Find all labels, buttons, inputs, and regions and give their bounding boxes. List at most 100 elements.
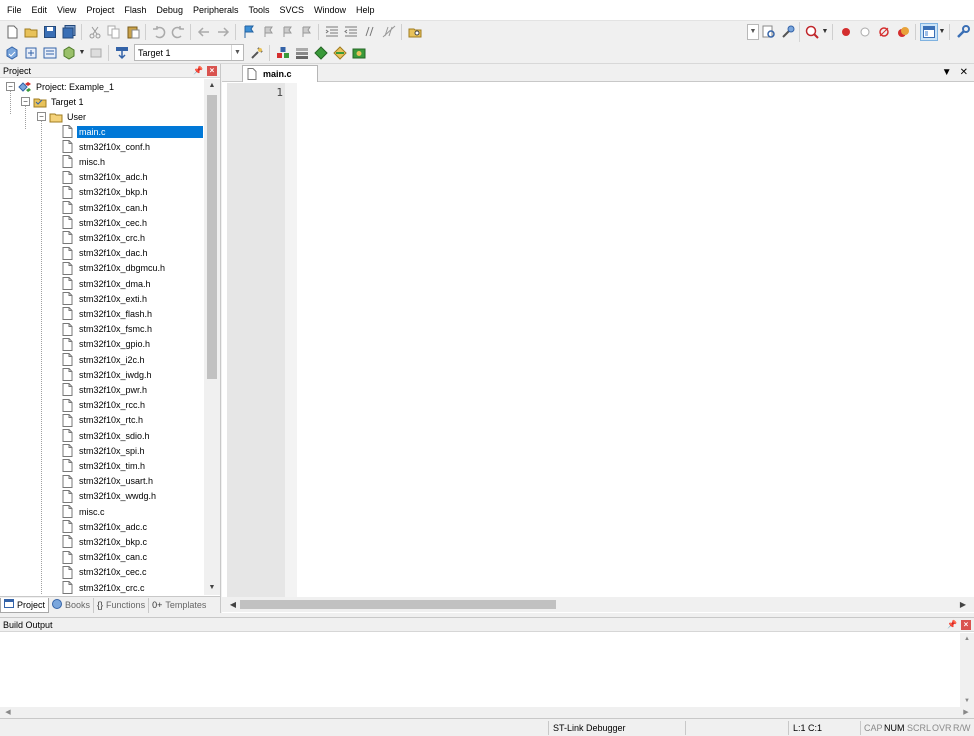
file-item[interactable]: misc.h <box>62 154 107 169</box>
manage-rte-icon[interactable] <box>312 44 330 62</box>
window-layout-dropdown-arrow[interactable]: ▼ <box>938 23 946 41</box>
indent-icon[interactable] <box>323 23 341 41</box>
stop-build-icon[interactable] <box>87 44 105 62</box>
insert-breakpoint-icon[interactable] <box>837 23 855 41</box>
uncomment-icon[interactable] <box>380 23 398 41</box>
unindent-icon[interactable] <box>342 23 360 41</box>
build-output-vertical-scrollbar[interactable]: ▲ ▼ <box>960 633 974 707</box>
paste-icon[interactable] <box>124 23 142 41</box>
scroll-down-icon[interactable]: ▼ <box>960 695 974 707</box>
disable-all-breakpoints-icon[interactable] <box>875 23 893 41</box>
build-icon[interactable] <box>22 44 40 62</box>
menu-svcs[interactable]: SVCS <box>275 0 310 20</box>
pack-manager-icon[interactable] <box>350 44 368 62</box>
file-item[interactable]: stm32f10x_i2c.h <box>62 352 147 367</box>
pin-icon[interactable]: 📌 <box>947 620 957 629</box>
file-item[interactable]: stm32f10x_dac.h <box>62 246 150 261</box>
file-item[interactable]: stm32f10x_cec.c <box>62 565 149 580</box>
nav-forward-icon[interactable] <box>214 23 232 41</box>
tab-list-dropdown-icon[interactable]: ▼ <box>942 67 952 78</box>
menu-file[interactable]: File <box>2 0 27 20</box>
close-icon[interactable]: × <box>961 619 971 630</box>
scroll-up-icon[interactable]: ▲ <box>204 79 220 93</box>
file-item[interactable]: stm32f10x_conf.h <box>62 139 152 154</box>
debug-dropdown-arrow[interactable]: ▼ <box>821 23 829 41</box>
file-item[interactable]: stm32f10x_flash.h <box>62 306 154 321</box>
target-options-icon[interactable] <box>248 44 266 62</box>
scroll-thumb[interactable] <box>207 95 217 379</box>
menu-view[interactable]: View <box>52 0 81 20</box>
kill-all-breakpoints-icon[interactable] <box>894 23 912 41</box>
close-icon[interactable]: × <box>207 65 217 76</box>
collapse-icon[interactable]: − <box>37 112 46 121</box>
next-bookmark-icon[interactable] <box>278 23 296 41</box>
save-all-icon[interactable] <box>60 23 78 41</box>
enable-breakpoint-icon[interactable] <box>856 23 874 41</box>
tab-functions[interactable]: {} Functions <box>94 597 150 613</box>
pack-installer-icon[interactable] <box>331 44 349 62</box>
collapse-icon[interactable]: − <box>6 82 15 91</box>
file-item[interactable]: stm32f10x_exti.h <box>62 291 149 306</box>
file-item[interactable]: stm32f10x_dma.h <box>62 276 153 291</box>
file-item[interactable]: stm32f10x_usart.h <box>62 474 155 489</box>
file-item[interactable]: stm32f10x_bkp.h <box>62 185 150 200</box>
target-select[interactable]: Target 1 ▼ <box>134 44 244 61</box>
start-debug-icon[interactable] <box>803 23 821 41</box>
menu-edit[interactable]: Edit <box>27 0 53 20</box>
file-item[interactable]: stm32f10x_cec.h <box>62 215 149 230</box>
scroll-down-icon[interactable]: ▼ <box>204 581 220 595</box>
save-icon[interactable] <box>41 23 59 41</box>
rebuild-icon[interactable] <box>41 44 59 62</box>
file-item[interactable]: stm32f10x_fsmc.h <box>62 322 154 337</box>
menu-tools[interactable]: Tools <box>243 0 274 20</box>
file-item[interactable]: misc.c <box>62 504 107 519</box>
file-item[interactable]: stm32f10x_tim.h <box>62 458 147 473</box>
select-packs-icon[interactable] <box>293 44 311 62</box>
project-tree-scrollbar[interactable]: ▲ ▼ <box>204 79 220 595</box>
file-item[interactable]: stm32f10x_wwdg.h <box>62 489 158 504</box>
cut-icon[interactable] <box>86 23 104 41</box>
file-item[interactable]: stm32f10x_adc.h <box>62 170 150 185</box>
file-item[interactable]: main.c <box>62 124 203 139</box>
pin-icon[interactable]: 📌 <box>193 66 203 75</box>
comment-icon[interactable] <box>361 23 379 41</box>
editor-tab-main-c[interactable]: main.c <box>242 65 318 82</box>
batch-build-icon[interactable] <box>60 44 78 62</box>
find-in-files-icon[interactable] <box>406 23 424 41</box>
file-item[interactable]: stm32f10x_iwdg.h <box>62 367 154 382</box>
scroll-left-icon[interactable]: ◀ <box>226 597 240 612</box>
file-item[interactable]: stm32f10x_rtc.h <box>62 413 145 428</box>
menu-project[interactable]: Project <box>81 0 119 20</box>
find-combo-arrow[interactable]: ▼ <box>747 23 759 40</box>
menu-help[interactable]: Help <box>351 0 380 20</box>
menu-window[interactable]: Window <box>309 0 351 20</box>
undo-icon[interactable] <box>150 23 168 41</box>
copy-icon[interactable] <box>105 23 123 41</box>
tree-group-node[interactable]: − User <box>37 109 86 124</box>
file-item[interactable]: stm32f10x_pwr.h <box>62 382 149 397</box>
file-item[interactable]: stm32f10x_gpio.h <box>62 337 152 352</box>
file-item[interactable]: stm32f10x_adc.c <box>62 519 149 534</box>
redo-icon[interactable] <box>169 23 187 41</box>
menu-flash[interactable]: Flash <box>119 0 151 20</box>
file-item[interactable]: stm32f10x_crc.h <box>62 230 147 245</box>
open-file-icon[interactable] <box>22 23 40 41</box>
tab-templates[interactable]: 0+ Templates <box>149 598 209 613</box>
clear-bookmarks-icon[interactable] <box>297 23 315 41</box>
download-icon[interactable] <box>113 44 131 62</box>
scroll-up-icon[interactable]: ▲ <box>960 633 974 645</box>
file-item[interactable]: stm32f10x_sdio.h <box>62 428 152 443</box>
file-item[interactable]: stm32f10x_bkp.c <box>62 534 149 549</box>
menu-debug[interactable]: Debug <box>151 0 188 20</box>
incremental-find-icon[interactable] <box>779 23 797 41</box>
tab-project[interactable]: Project <box>0 597 50 613</box>
configure-icon[interactable] <box>954 23 972 41</box>
translate-icon[interactable] <box>3 44 21 62</box>
file-item[interactable]: stm32f10x_crc.c <box>62 580 147 594</box>
tree-target-node[interactable]: − Target 1 <box>21 94 84 109</box>
manage-project-items-icon[interactable] <box>274 44 292 62</box>
tree-project-node[interactable]: − Project: Example_1 <box>6 79 114 94</box>
close-editor-icon[interactable]: ✕ <box>960 67 968 78</box>
find-icon[interactable] <box>760 23 778 41</box>
file-item[interactable]: stm32f10x_rcc.h <box>62 398 147 413</box>
